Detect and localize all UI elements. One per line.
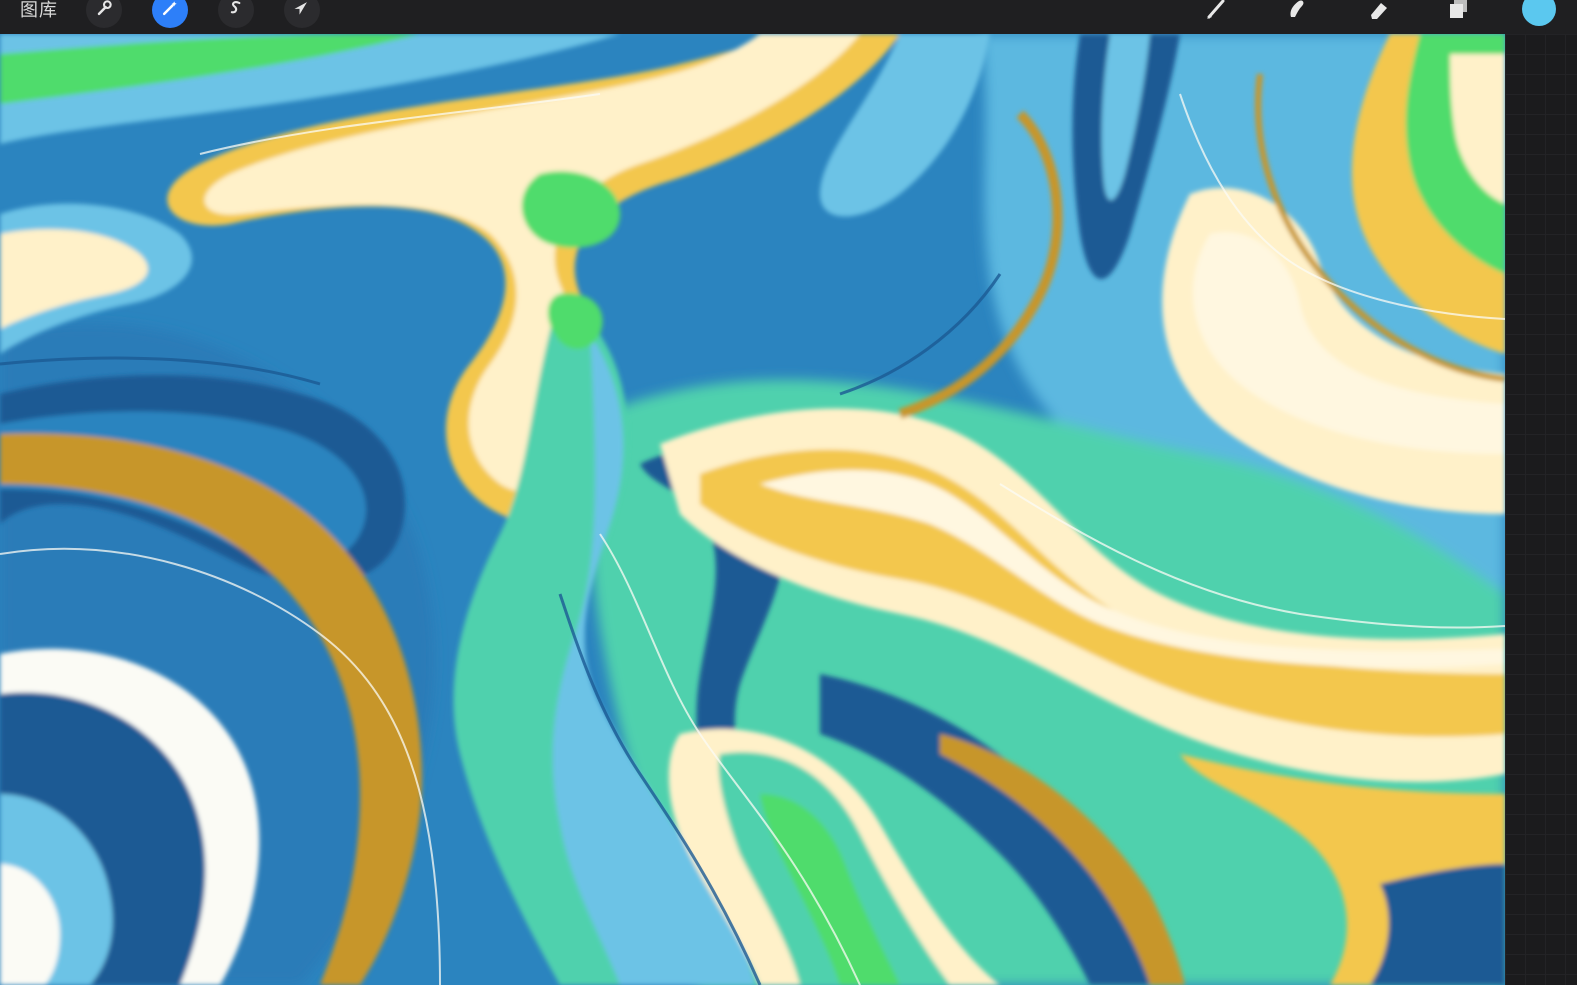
arrow-cursor-icon xyxy=(292,0,312,22)
actions-button[interactable] xyxy=(86,0,122,28)
selection-button[interactable] xyxy=(218,0,254,28)
smudge-icon xyxy=(1283,0,1311,27)
brush-icon xyxy=(1203,0,1231,27)
canvas-side-area xyxy=(1505,34,1577,985)
layers-button[interactable] xyxy=(1442,0,1476,28)
marble-artwork xyxy=(0,34,1505,985)
eraser-button[interactable] xyxy=(1362,0,1396,28)
eraser-icon xyxy=(1365,0,1393,27)
smudge-button[interactable] xyxy=(1280,0,1314,28)
wrench-icon xyxy=(94,0,114,22)
magic-wand-icon xyxy=(160,0,180,22)
adjustments-button[interactable] xyxy=(152,0,188,28)
top-toolbar: 图库 xyxy=(0,0,1577,35)
transform-button[interactable] xyxy=(284,0,320,28)
gallery-button[interactable]: 图库 xyxy=(20,0,58,22)
selection-s-icon xyxy=(226,0,246,22)
procreate-app: 图库 xyxy=(0,0,1577,985)
paint-brush-button[interactable] xyxy=(1200,0,1234,28)
current-color-swatch[interactable] xyxy=(1522,0,1556,26)
drawing-canvas[interactable] xyxy=(0,34,1505,985)
layers-icon xyxy=(1445,0,1473,27)
